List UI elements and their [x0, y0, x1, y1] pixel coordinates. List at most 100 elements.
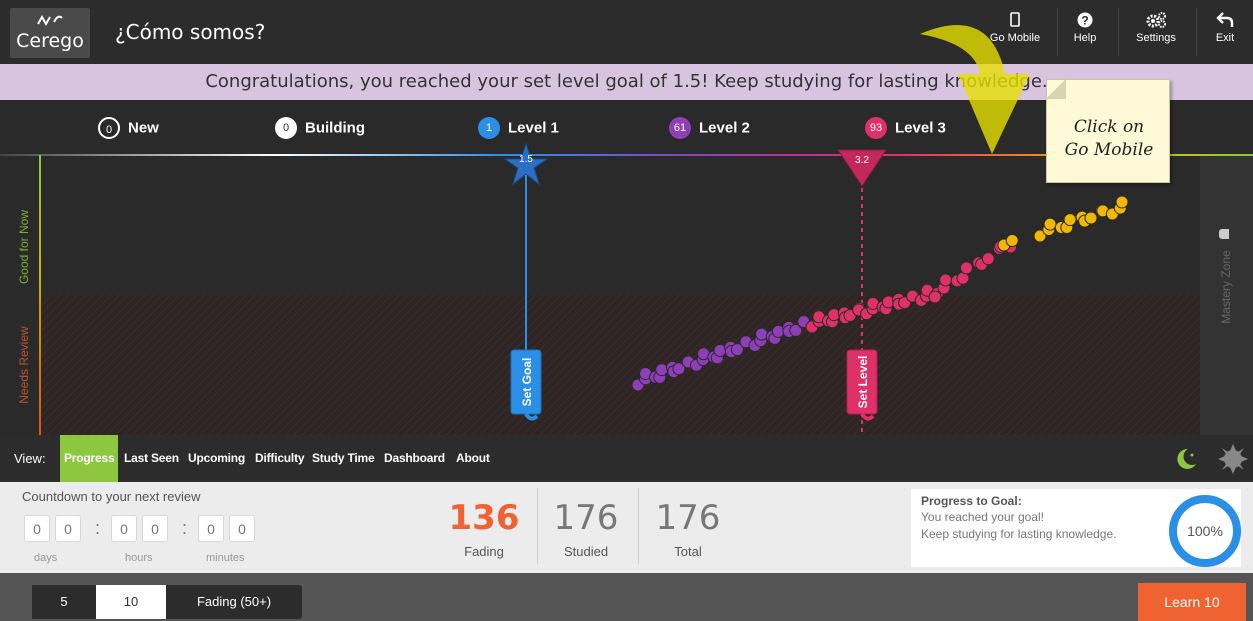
footer-bar: 5 10 Fading (50+) Learn 10 [0, 573, 1253, 621]
tab-last-seen[interactable]: Last Seen [124, 435, 179, 482]
item-dot [1043, 217, 1057, 231]
countdown-digit: 0 [111, 515, 137, 542]
night-mode-icon[interactable] [1172, 445, 1200, 473]
item-dot [928, 290, 942, 304]
tab-dashboard[interactable]: Dashboard [384, 435, 445, 482]
countdown-digit: 0 [55, 515, 81, 542]
divider [1057, 8, 1058, 56]
option-10[interactable]: 10 [96, 585, 166, 619]
tab-upcoming[interactable]: Upcoming [188, 435, 245, 482]
countdown-separator: : [182, 518, 188, 538]
level-2-count: 61 [669, 117, 691, 139]
level-building-count: 0 [275, 117, 297, 139]
countdown-title: Countdown to your next review [22, 489, 201, 504]
level-2: 61 Level 2 [669, 117, 750, 139]
total-label: Total [674, 544, 702, 559]
fading-label: Fading [464, 544, 504, 559]
level-building-label: Building [305, 119, 365, 137]
logo-wave-icon [37, 14, 63, 27]
item-dot [1005, 233, 1019, 247]
divider [1196, 8, 1197, 56]
settings-label: Settings [1136, 32, 1176, 44]
go-mobile-button[interactable]: Go Mobile [986, 6, 1044, 58]
level-1: 1 Level 1 [478, 117, 559, 139]
needs-review-region [40, 295, 1200, 435]
note-text: Click on Go Mobile [1047, 116, 1171, 162]
studied-label: Studied [563, 544, 609, 559]
set-goal-button[interactable]: Set Goal [520, 352, 534, 412]
item-dot [1115, 195, 1129, 209]
note-line-1: Click on [1073, 117, 1145, 137]
goal-line-1: You reached your goal! [921, 510, 1044, 524]
item-dot [755, 327, 769, 341]
level-new-label: New [128, 119, 159, 137]
note-fold [1046, 79, 1066, 99]
exit-button[interactable]: Exit [1205, 6, 1245, 58]
good-for-now-label: Good for Now [17, 209, 31, 285]
tab-difficulty[interactable]: Difficulty [255, 435, 305, 482]
goal-title: Progress to Goal: [921, 494, 1022, 508]
needs-review-label: Needs Review [17, 326, 31, 404]
level-3: 93 Level 3 [865, 117, 946, 139]
divider [1118, 8, 1119, 56]
level-1-label: Level 1 [508, 119, 559, 137]
svg-text:?: ? [1081, 14, 1088, 28]
level-marker-value: 3.2 [855, 155, 869, 166]
learn-button[interactable]: Learn 10 [1138, 583, 1246, 621]
goal-line-2: Keep studying for lasting knowledge. [921, 527, 1117, 541]
item-dot [1084, 211, 1098, 225]
left-axis [39, 155, 41, 435]
back-arrow-icon [1205, 6, 1245, 32]
level-3-label: Level 3 [895, 119, 946, 137]
level-2-label: Level 2 [699, 119, 750, 137]
countdown-days-label: days [34, 552, 58, 564]
go-mobile-label: Go Mobile [989, 32, 1041, 44]
item-dot [939, 273, 953, 287]
view-label: View: [14, 451, 46, 466]
exit-label: Exit [1215, 32, 1235, 44]
countdown-digit: 0 [142, 515, 168, 542]
countdown-digit: 0 [24, 515, 50, 542]
page-title: ¿Cómo somos? [115, 20, 266, 44]
instruction-note: Click on Go Mobile [1046, 79, 1170, 183]
tab-study-time[interactable]: Study Time [312, 435, 375, 482]
help-label: Help [1073, 32, 1097, 44]
countdown-separator: : [95, 518, 101, 538]
goal-progress-ring: 100% [1169, 495, 1241, 567]
fading-count: 136 [448, 498, 520, 538]
mastery-zone-tab-icon[interactable] [1219, 229, 1229, 239]
item-dot [655, 363, 669, 377]
item-dot [1063, 213, 1077, 227]
day-mode-icon[interactable] [1218, 444, 1248, 474]
top-bar: Cerego ¿Cómo somos? Go Mobile ? Help Set… [0, 0, 1253, 64]
item-dot [981, 252, 995, 266]
note-line-2: Go Mobile [1064, 140, 1154, 160]
mastery-zone-label: Mastery Zone [1219, 250, 1233, 324]
option-5[interactable]: 5 [32, 585, 96, 619]
gear-icon [1128, 6, 1184, 32]
total-count: 176 [655, 498, 721, 538]
level-3-count: 93 [865, 117, 887, 139]
tab-about[interactable]: About [456, 435, 490, 482]
goal-marker-value: 1.5 [519, 154, 533, 165]
level-1-count: 1 [478, 117, 500, 139]
mobile-icon [986, 6, 1044, 32]
level-new: 0 New [98, 117, 159, 139]
countdown-hours-label: hours [125, 552, 153, 564]
level-building: 0 Building [275, 117, 365, 139]
help-button[interactable]: ? Help [1065, 6, 1105, 58]
cerego-logo[interactable]: Cerego [10, 8, 90, 58]
countdown-minutes-label: minutes [206, 552, 245, 564]
view-bar: View: Progress Last Seen Upcoming Diffic… [0, 435, 1253, 482]
option-fading[interactable]: Fading (50+) [166, 585, 302, 619]
settings-button[interactable]: Settings [1128, 6, 1184, 58]
countdown-digit: 0 [198, 515, 224, 542]
logo-text: Cerego [16, 30, 84, 52]
stats-panel: Countdown to your next review 0 0 : 0 0 … [0, 482, 1253, 573]
level-new-count: 0 [98, 117, 120, 139]
set-level-button[interactable]: Set Level [856, 352, 870, 412]
studied-count: 176 [553, 498, 619, 538]
countdown-digit: 0 [229, 515, 255, 542]
item-dot [959, 261, 973, 275]
tab-progress[interactable]: Progress [60, 435, 119, 482]
